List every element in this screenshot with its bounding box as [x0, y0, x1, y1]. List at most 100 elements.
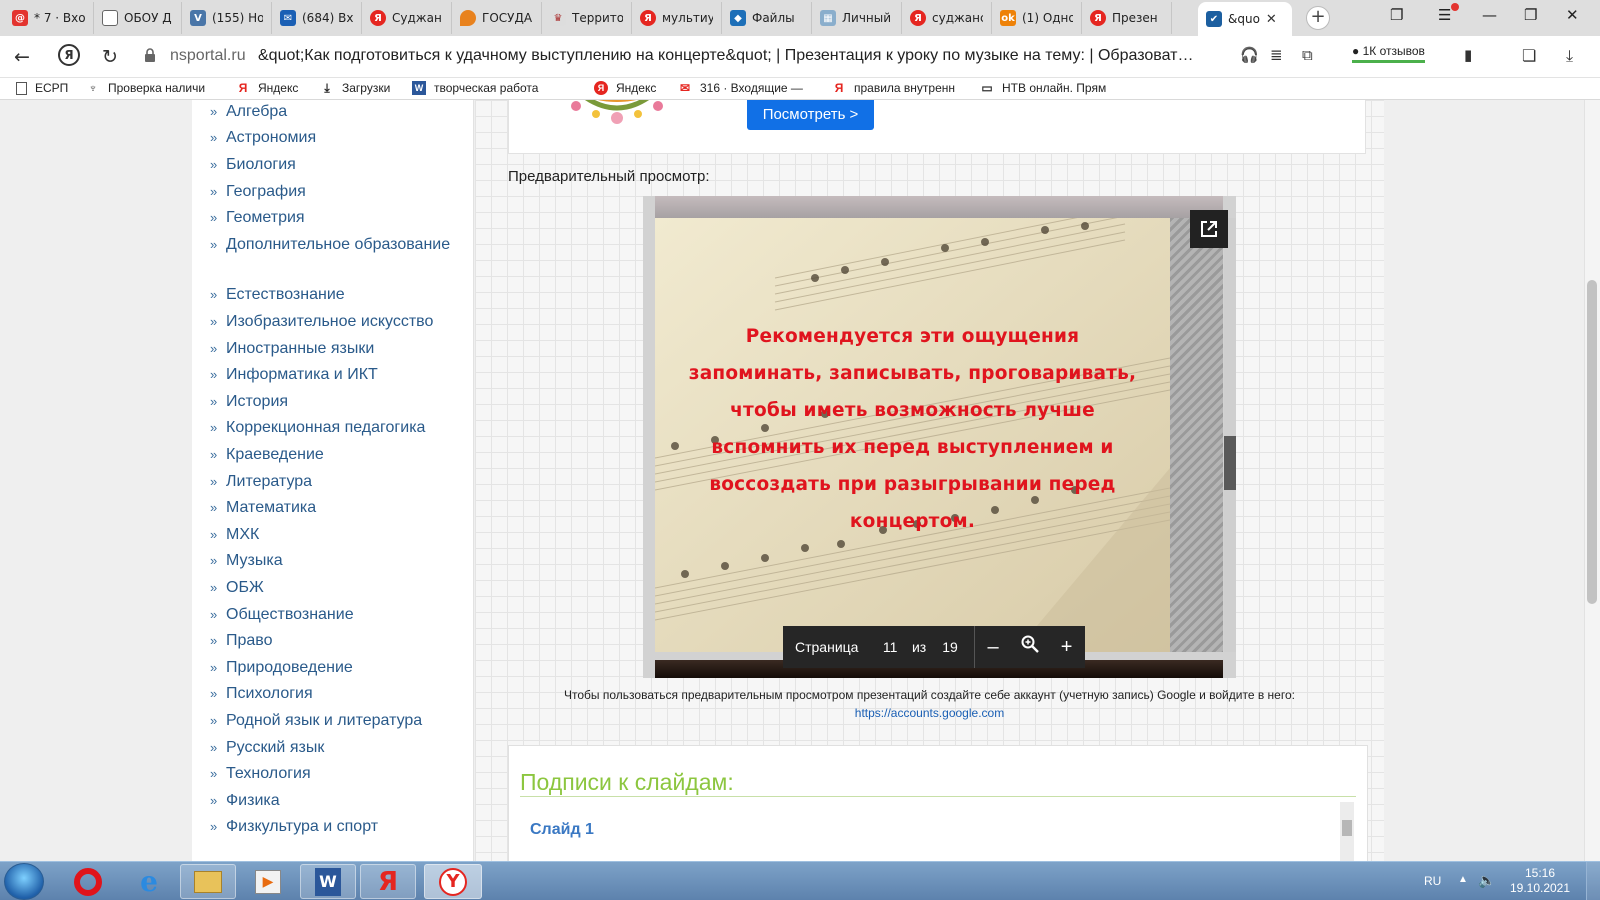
- restore-icon[interactable]: ❐: [1524, 6, 1537, 24]
- tab-multi[interactable]: Я мультиу: [632, 2, 722, 34]
- bullet-icon: »: [210, 104, 218, 119]
- subject-link[interactable]: » Информатика и ИКТ: [210, 363, 456, 387]
- subject-link[interactable]: » Изобразительное искусство: [210, 310, 456, 334]
- presentation-viewer: Рекомендуется эти ощущения запоминать, з…: [643, 196, 1236, 678]
- subject-link[interactable]: » Астрономия: [210, 126, 456, 150]
- subject-link[interactable]: » Литература: [210, 470, 456, 494]
- address-page-title[interactable]: &quot;Как подготовиться к удачному высту…: [258, 47, 1228, 65]
- subject-link[interactable]: » МХК: [210, 523, 456, 547]
- yandex-logo-icon[interactable]: Я: [58, 44, 80, 66]
- tab-oboy[interactable]: ОБОУ Д: [94, 2, 182, 34]
- tab-presentation[interactable]: Я Презен: [1082, 2, 1172, 34]
- volume-icon[interactable]: 🔈: [1478, 872, 1495, 889]
- tab-files[interactable]: ◆ Файлы: [722, 2, 812, 34]
- back-arrow-icon[interactable]: ←: [14, 46, 30, 68]
- bookmark-yandex-2[interactable]: Я Яндекс: [594, 81, 656, 95]
- tab-mail[interactable]: @ * 7 · Вхо: [4, 2, 94, 34]
- close-tab-icon[interactable]: ✕: [1266, 12, 1277, 27]
- current-page-input[interactable]: 11: [882, 639, 898, 655]
- subject-link[interactable]: » Иностранные языки: [210, 337, 456, 361]
- headphones-icon[interactable]: 🎧: [1240, 46, 1259, 64]
- show-hidden-icons-icon[interactable]: ▲: [1458, 874, 1468, 885]
- reviews-badge[interactable]: ● 1К отзывов: [1352, 44, 1425, 63]
- page-scrollbar-thumb[interactable]: [1587, 280, 1597, 604]
- tab-yandex-sudzhansk[interactable]: Я суджанс: [902, 2, 992, 34]
- zoom-in-button[interactable]: +: [1048, 636, 1085, 659]
- language-indicator[interactable]: RU: [1424, 874, 1441, 888]
- subject-link[interactable]: » Природоведение: [210, 656, 456, 680]
- subject-link[interactable]: » Биология: [210, 153, 456, 177]
- subject-link[interactable]: » История: [210, 390, 456, 414]
- tab-yandex-sudzha[interactable]: Я Суджан: [362, 2, 452, 34]
- extensions-icon[interactable]: ⧉: [1302, 46, 1313, 64]
- bookmark-creative-work[interactable]: Wтворческая работа: [412, 81, 538, 95]
- tab-vk[interactable]: V (155) Но: [182, 2, 272, 34]
- viewer-scrollbar[interactable]: [1224, 218, 1236, 652]
- bookmark-rules[interactable]: Яправила внутренн: [832, 81, 955, 95]
- close-window-icon[interactable]: ✕: [1566, 6, 1579, 24]
- subject-link[interactable]: » Математика: [210, 496, 456, 520]
- subject-link[interactable]: » Родной язык и литература: [210, 709, 456, 733]
- collections-icon[interactable]: ❏: [1522, 46, 1536, 65]
- subject-link[interactable]: » Физика: [210, 789, 456, 813]
- reload-icon[interactable]: ↻: [102, 46, 118, 68]
- subject-link[interactable]: » Алгебра: [210, 100, 456, 124]
- tab-inbox[interactable]: ✉ (684) Вх: [272, 2, 362, 34]
- taskbar-media-player[interactable]: ▶: [240, 864, 296, 899]
- subject-link[interactable]: » Физкультура и спорт: [210, 815, 456, 839]
- mail-icon: ✉: [280, 10, 296, 26]
- view-button[interactable]: Посмотреть >: [747, 100, 874, 130]
- zoom-out-button[interactable]: –: [975, 636, 1012, 659]
- cube-icon: ◆: [730, 10, 746, 26]
- taskbar-word[interactable]: W: [300, 864, 356, 899]
- subject-link[interactable]: » Право: [210, 629, 456, 653]
- popout-button[interactable]: [1190, 210, 1228, 248]
- bookmark-check[interactable]: ♆ Проверка наличи: [86, 81, 206, 95]
- download-icon[interactable]: ⤓: [1566, 46, 1573, 66]
- lock-icon[interactable]: [144, 48, 156, 63]
- tabs-overview-icon[interactable]: ❐: [1390, 6, 1403, 24]
- minimize-icon[interactable]: —: [1482, 6, 1497, 24]
- menu-icon[interactable]: ☰: [1438, 3, 1459, 24]
- bookmark-inbox[interactable]: ✉ 316 · Входящие —: [678, 81, 803, 95]
- subject-link[interactable]: » Дополнительное образование: [210, 233, 456, 257]
- subject-link[interactable]: » Краеведение: [210, 443, 456, 467]
- taskbar-yandex-browser[interactable]: Y: [424, 864, 482, 899]
- bookmark-ntv[interactable]: ▭ НТВ онлайн. Прям: [980, 81, 1106, 95]
- subject-link[interactable]: » Коррекционная педагогика: [210, 416, 456, 440]
- start-button[interactable]: [4, 863, 44, 900]
- subject-link[interactable]: » Технология: [210, 762, 456, 786]
- subject-link[interactable]: » Психология: [210, 682, 456, 706]
- show-desktop-button[interactable]: [1586, 862, 1600, 900]
- clock[interactable]: 15:16 19.10.2021: [1508, 866, 1572, 896]
- bookmark-downloads[interactable]: ⤓ Загрузки: [320, 81, 390, 95]
- subject-link[interactable]: » Музыка: [210, 549, 456, 573]
- subject-link[interactable]: » Геометрия: [210, 206, 456, 230]
- google-accounts-link[interactable]: https://accounts.google.com: [475, 704, 1384, 722]
- tab-gosuda[interactable]: ГОСУДА: [452, 2, 542, 34]
- bookmark-yandex-1[interactable]: Я Яндекс: [236, 81, 299, 95]
- taskbar-yandex[interactable]: Я: [360, 864, 416, 899]
- bookmark-esrp[interactable]: ЕСРП: [16, 81, 68, 95]
- tab-nsportal-active[interactable]: ✔ &quo ✕: [1198, 2, 1292, 36]
- captions-scrollbar-thumb[interactable]: [1342, 820, 1352, 836]
- tab-odnoklassniki[interactable]: ok (1) Одно: [992, 2, 1082, 34]
- tab-territory[interactable]: ♛ Террито: [542, 2, 632, 34]
- subject-link[interactable]: » Естествознание: [210, 283, 456, 307]
- bookmark-icon[interactable]: ▮: [1464, 46, 1472, 64]
- subject-link[interactable]: » Обществознание: [210, 603, 456, 627]
- tab-personal[interactable]: ▦ Личный: [812, 2, 902, 34]
- subject-link[interactable]: » ОБЖ: [210, 576, 456, 600]
- zoom-button[interactable]: [1012, 634, 1049, 660]
- subject-link[interactable]: » География: [210, 180, 456, 204]
- new-tab-button[interactable]: +: [1306, 6, 1330, 30]
- address-domain[interactable]: nsportal.ru: [170, 47, 246, 65]
- taskbar-internet-explorer[interactable]: e: [121, 864, 177, 899]
- subject-link[interactable]: » Русский язык: [210, 736, 456, 760]
- subject-label: Астрономия: [226, 129, 317, 146]
- taskbar-file-explorer[interactable]: [180, 864, 236, 899]
- viewer-scrollbar-thumb[interactable]: [1224, 436, 1236, 490]
- bullet-icon: »: [210, 740, 218, 755]
- taskbar-opera[interactable]: [60, 864, 116, 899]
- reader-mode-icon[interactable]: ≣: [1270, 46, 1283, 64]
